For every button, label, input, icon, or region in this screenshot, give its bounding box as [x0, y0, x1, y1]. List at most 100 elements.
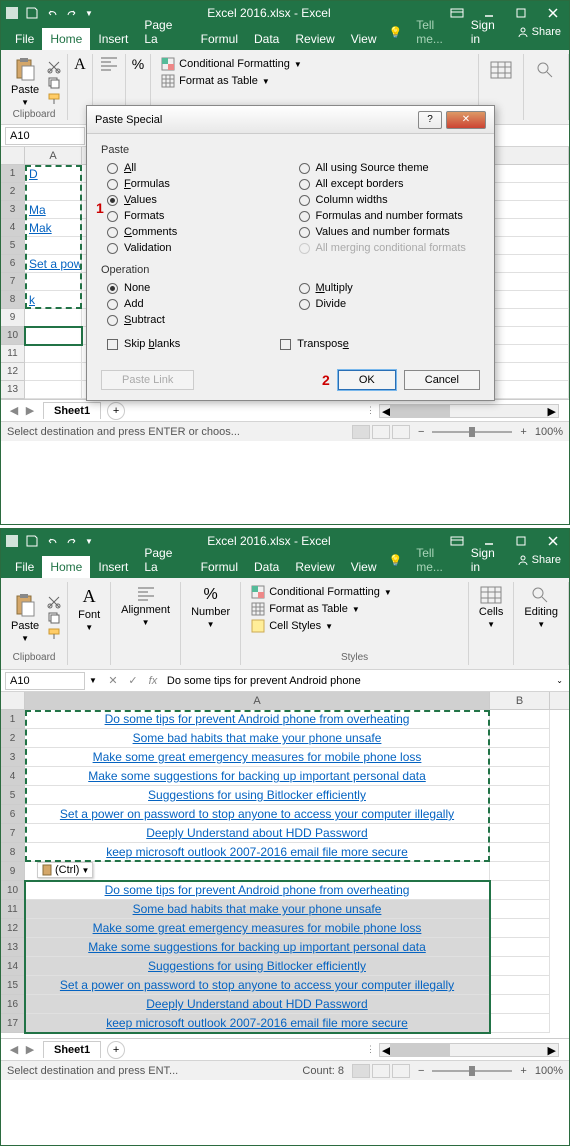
row-header[interactable]: 4: [1, 767, 25, 786]
cell[interactable]: [490, 843, 550, 862]
sheet-next-icon[interactable]: ▶: [23, 404, 37, 418]
cell[interactable]: [25, 345, 82, 363]
radio-none[interactable]: None: [107, 282, 289, 294]
row-header[interactable]: 9: [1, 309, 25, 327]
cell[interactable]: k: [25, 291, 82, 309]
tab-formulas[interactable]: Formul: [193, 556, 246, 578]
format-as-table-button[interactable]: Format as Table ▼: [157, 73, 472, 89]
radio-all[interactable]: All: [107, 162, 289, 174]
page-break-view-button[interactable]: [392, 1064, 410, 1078]
row-header[interactable]: 10: [1, 327, 25, 345]
radio-all-using-source-theme[interactable]: All using Source theme: [299, 162, 481, 174]
new-sheet-button[interactable]: +: [107, 402, 125, 420]
cell-styles-button[interactable]: Cell Styles ▼: [247, 618, 462, 634]
radio-formulas-and-number-formats[interactable]: Formulas and number formats: [299, 210, 481, 222]
row-header[interactable]: 11: [1, 345, 25, 363]
row-header[interactable]: 2: [1, 183, 25, 201]
row-header[interactable]: 1: [1, 165, 25, 183]
sheet-tab[interactable]: Sheet1: [43, 1041, 101, 1058]
tab-page-layout[interactable]: Page La: [136, 542, 192, 578]
sheet-tab[interactable]: Sheet1: [43, 402, 101, 419]
new-sheet-button[interactable]: +: [107, 1041, 125, 1059]
cell[interactable]: Set a pow: [25, 255, 82, 273]
zoom-level[interactable]: 100%: [535, 426, 563, 438]
cell[interactable]: [490, 957, 550, 976]
sign-in[interactable]: Sign in: [463, 542, 507, 578]
ok-button[interactable]: OK: [338, 370, 396, 390]
tab-file[interactable]: File: [7, 28, 42, 50]
cell[interactable]: Deeply Understand about HDD Password: [25, 995, 490, 1014]
sign-in[interactable]: Sign in: [463, 14, 507, 50]
cell[interactable]: [490, 748, 550, 767]
cell[interactable]: [490, 767, 550, 786]
horizontal-scrollbar[interactable]: ◀▶: [379, 404, 559, 418]
row-header[interactable]: 12: [1, 363, 25, 381]
tab-view[interactable]: View: [343, 556, 385, 578]
alignment-group-button[interactable]: Alignment▼: [117, 584, 174, 629]
row-header[interactable]: 2: [1, 729, 25, 748]
row-header[interactable]: 7: [1, 824, 25, 843]
select-all-corner[interactable]: [1, 692, 25, 709]
formula-input[interactable]: [163, 672, 546, 690]
cell[interactable]: Make some great emergency measures for m…: [25, 748, 490, 767]
row-header[interactable]: 16: [1, 995, 25, 1014]
qat-dropdown[interactable]: ▼: [85, 537, 93, 546]
row-header[interactable]: 3: [1, 748, 25, 767]
cell[interactable]: [490, 919, 550, 938]
tab-review[interactable]: Review: [287, 28, 342, 50]
zoom-slider[interactable]: [432, 431, 512, 433]
radio-subtract[interactable]: Subtract: [107, 314, 289, 326]
radio-comments[interactable]: Comments: [107, 226, 289, 238]
cell[interactable]: Ma: [25, 201, 82, 219]
cell[interactable]: Make some suggestions for backing up imp…: [25, 938, 490, 957]
transpose-checkbox[interactable]: Transpose: [280, 338, 349, 350]
tab-insert[interactable]: Insert: [90, 556, 136, 578]
sheet-prev-icon[interactable]: ◀: [7, 1043, 21, 1057]
row-header[interactable]: 11: [1, 900, 25, 919]
row-header[interactable]: 17: [1, 1014, 25, 1033]
enter-formula-icon[interactable]: ✓: [123, 672, 143, 690]
format-painter-icon[interactable]: [47, 627, 61, 641]
paste-options-button[interactable]: (Ctrl)▼: [37, 862, 93, 878]
tab-home[interactable]: Home: [42, 556, 90, 578]
cell[interactable]: [25, 237, 82, 255]
row-header[interactable]: 9: [1, 862, 25, 881]
tab-home[interactable]: Home: [42, 28, 90, 50]
tab-formulas[interactable]: Formul: [193, 28, 246, 50]
row-header[interactable]: 13: [1, 938, 25, 957]
redo-icon[interactable]: [65, 6, 79, 20]
cell[interactable]: [490, 938, 550, 957]
undo-icon[interactable]: [45, 534, 59, 548]
editing-button[interactable]: Editing▼: [520, 584, 562, 631]
tab-insert[interactable]: Insert: [90, 28, 136, 50]
cell[interactable]: [25, 862, 490, 881]
radio-all-except-borders[interactable]: All except borders: [299, 178, 481, 190]
row-header[interactable]: 15: [1, 976, 25, 995]
cell[interactable]: [25, 363, 82, 381]
cell[interactable]: Suggestions for using Bitlocker efficien…: [25, 957, 490, 976]
page-layout-view-button[interactable]: [372, 425, 390, 439]
conditional-formatting-button[interactable]: Conditional Formatting ▼: [157, 56, 472, 72]
row-header[interactable]: 14: [1, 957, 25, 976]
cell[interactable]: [25, 273, 82, 291]
normal-view-button[interactable]: [352, 1064, 370, 1078]
dialog-help-button[interactable]: ?: [418, 111, 442, 129]
qat-dropdown[interactable]: ▼: [85, 9, 93, 18]
radio-values[interactable]: Values: [107, 194, 289, 206]
radio-values-and-number-formats[interactable]: Values and number formats: [299, 226, 481, 238]
cells-button[interactable]: Cells▼: [475, 584, 507, 631]
horizontal-scrollbar[interactable]: ◀▶: [379, 1043, 559, 1057]
row-header[interactable]: 10: [1, 881, 25, 900]
tab-view[interactable]: View: [343, 28, 385, 50]
cell[interactable]: [490, 805, 550, 824]
col-header-b[interactable]: B: [490, 692, 550, 709]
zoom-level[interactable]: 100%: [535, 1065, 563, 1077]
cell[interactable]: [25, 183, 82, 201]
cell[interactable]: [490, 786, 550, 805]
cell[interactable]: Deeply Understand about HDD Password: [25, 824, 490, 843]
row-header[interactable]: 1: [1, 710, 25, 729]
cells-button[interactable]: [485, 56, 517, 84]
radio-multiply[interactable]: Multiply: [299, 282, 481, 294]
dialog-close-button[interactable]: ✕: [446, 111, 486, 129]
page-break-view-button[interactable]: [392, 425, 410, 439]
